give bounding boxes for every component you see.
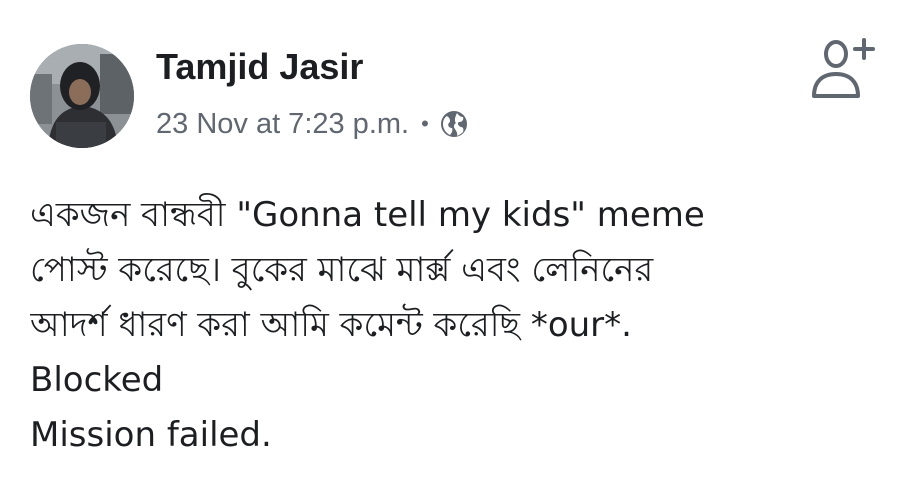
post-body-line: Mission failed. <box>30 415 272 455</box>
facebook-post: Tamjid Jasir 23 Nov at 7:23 p.m. • একজন … <box>0 0 900 503</box>
post-timestamp[interactable]: 23 Nov at 7:23 p.m. <box>156 108 409 141</box>
post-body: একজন বান্ধবী "Gonna tell my kids" meme প… <box>30 188 880 463</box>
meta-separator: • <box>421 111 429 136</box>
author-name[interactable]: Tamjid Jasir <box>156 46 363 88</box>
globe-icon[interactable] <box>439 109 469 139</box>
post-meta: 23 Nov at 7:23 p.m. • <box>156 104 469 144</box>
post-body-line: Blocked <box>30 360 164 400</box>
avatar[interactable] <box>30 44 134 148</box>
add-friend-icon[interactable] <box>806 34 876 104</box>
post-body-line: একজন বান্ধবী "Gonna tell my kids" meme <box>30 195 705 235</box>
profile-photo-icon <box>30 44 134 148</box>
post-body-line: পোস্ট করেছে। বুকের মাঝে মার্ক্স এবং লেনি… <box>30 250 654 290</box>
post-body-line: আদর্শ ধারণ করা আমি কমেন্ট করেছি *our*. <box>30 305 632 345</box>
